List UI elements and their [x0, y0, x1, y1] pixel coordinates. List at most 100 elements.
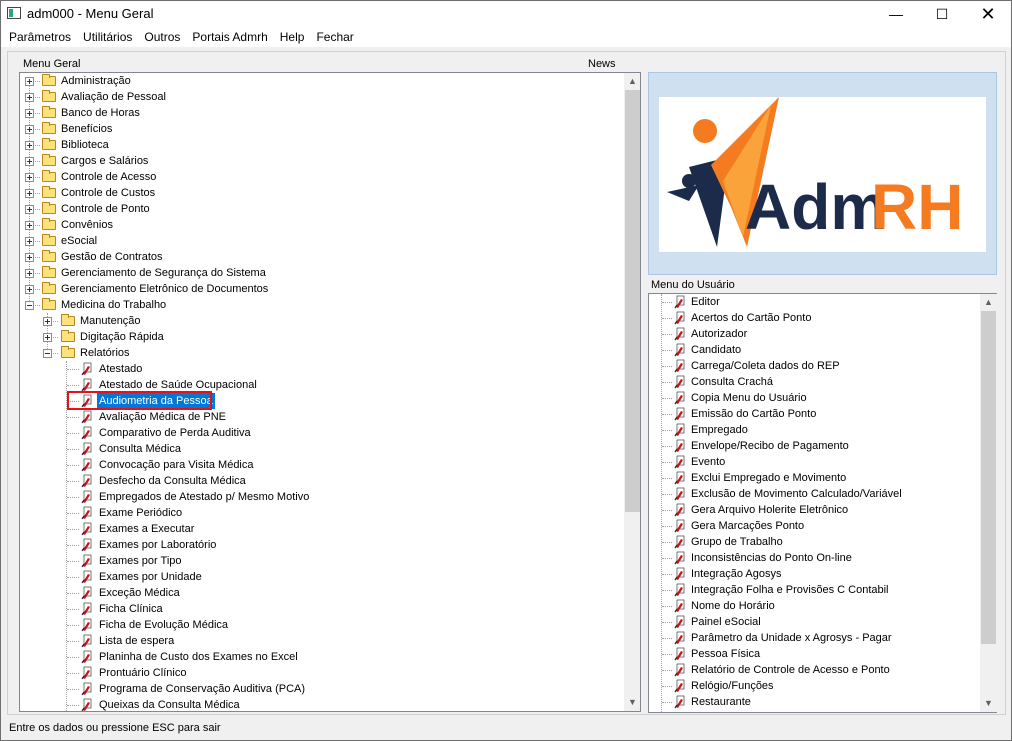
tree-item-report[interactable]: Convocação para Visita Médica — [20, 457, 620, 473]
expand-icon[interactable] — [25, 189, 34, 198]
tree-item-folder[interactable]: Medicina do Trabalho — [20, 297, 620, 313]
tree-item-report[interactable]: Atestado — [20, 361, 620, 377]
tree-item-report[interactable]: Exame Periódico — [20, 505, 620, 521]
expand-icon[interactable] — [25, 221, 34, 230]
menu-outros[interactable]: Outros — [138, 27, 186, 47]
user-menu-item[interactable]: Gera Arquivo Holerite Eletrônico — [649, 502, 979, 518]
expand-icon[interactable] — [25, 141, 34, 150]
tree-item-report[interactable]: Comparativo de Perda Auditiva — [20, 425, 620, 441]
tree-item-report[interactable]: Programa de Conservação Auditiva (PCA) — [20, 681, 620, 697]
user-menu-item[interactable]: Integração Folha e Provisões C Contabil — [649, 582, 979, 598]
user-menu-item[interactable]: Carrega/Coleta dados do REP — [649, 358, 979, 374]
user-scroll-down-icon[interactable]: ▼ — [980, 695, 997, 712]
tree-item-folder[interactable]: Controle de Acesso — [20, 169, 620, 185]
expand-icon[interactable] — [25, 77, 34, 86]
menu-portais-admrh[interactable]: Portais Admrh — [186, 27, 273, 47]
user-menu-item[interactable]: Painel eSocial — [649, 614, 979, 630]
menu-parametros[interactable]: Parâmetros — [1, 27, 77, 47]
maximize-button[interactable]: ☐ — [919, 1, 965, 27]
collapse-icon[interactable] — [43, 349, 52, 358]
tree-scrollbar[interactable]: ▲ ▼ — [624, 73, 640, 711]
tree-item-report[interactable]: Exceção Médica — [20, 585, 620, 601]
user-menu-item[interactable]: Parâmetro da Unidade x Agrosys - Pagar — [649, 630, 979, 646]
user-menu-item[interactable]: Restaurante — [649, 694, 979, 710]
expand-icon[interactable] — [25, 237, 34, 246]
menu-help[interactable]: Help — [274, 27, 311, 47]
user-scroll-up-icon[interactable]: ▲ — [980, 294, 997, 311]
tree-item-report[interactable]: Queixas da Consulta Médica — [20, 697, 620, 711]
user-menu-item[interactable]: Relatório de Controle de Acesso e Ponto — [649, 662, 979, 678]
tree-item-report[interactable]: Lista de espera — [20, 633, 620, 649]
expand-icon[interactable] — [25, 173, 34, 182]
menu-utilitarios[interactable]: Utilitários — [77, 27, 138, 47]
user-scroll-thumb[interactable] — [981, 311, 996, 644]
user-menu-item[interactable]: Envelope/Recibo de Pagamento — [649, 438, 979, 454]
expand-icon[interactable] — [25, 157, 34, 166]
tree-item-folder[interactable]: Gerenciamento Eletrônico de Documentos — [20, 281, 620, 297]
tree-item-report[interactable]: Desfecho da Consulta Médica — [20, 473, 620, 489]
user-menu-item[interactable]: Copia Menu do Usuário — [649, 390, 979, 406]
minimize-button[interactable]: — — [873, 1, 919, 27]
user-menu-item[interactable]: Pessoa Física — [649, 646, 979, 662]
tree-item-subfolder[interactable]: Digitação Rápida — [20, 329, 620, 345]
menu-geral-tree[interactable]: Administração Avaliação de Pessoal Banco d… — [19, 72, 641, 712]
user-menu-item[interactable]: Nome do Horário — [649, 598, 979, 614]
user-menu-list[interactable]: Editor Acertos do Cartão Ponto Autorizador… — [648, 293, 997, 713]
tree-item-folder[interactable]: eSocial — [20, 233, 620, 249]
user-menu-item[interactable]: Consulta Crachá — [649, 374, 979, 390]
tree-item-report[interactable]: Exames a Executar — [20, 521, 620, 537]
user-menu-item[interactable]: Integração Agosys — [649, 566, 979, 582]
user-menu-item[interactable]: Gera Marcações Ponto — [649, 518, 979, 534]
scroll-up-icon[interactable]: ▲ — [624, 73, 640, 90]
tree-item-report[interactable]: Ficha de Evolução Médica — [20, 617, 620, 633]
user-menu-item[interactable]: Acertos do Cartão Ponto — [649, 310, 979, 326]
tree-item-folder[interactable]: Gestão de Contratos — [20, 249, 620, 265]
tree-scroll-thumb[interactable] — [625, 90, 640, 512]
close-button[interactable]: ✕ — [965, 1, 1011, 27]
expand-icon[interactable] — [25, 205, 34, 214]
tree-item-report[interactable]: Exames por Tipo — [20, 553, 620, 569]
tree-item-report[interactable]: Prontuário Clínico — [20, 665, 620, 681]
tree-item-report[interactable]: Consulta Médica — [20, 441, 620, 457]
user-menu-item[interactable]: Relógio/Funções — [649, 678, 979, 694]
tree-item-subfolder[interactable]: Manutenção — [20, 313, 620, 329]
tree-item-folder[interactable]: Avaliação de Pessoal — [20, 89, 620, 105]
expand-icon[interactable] — [43, 317, 52, 326]
tree-item-report[interactable]: Planinha de Custo dos Exames no Excel — [20, 649, 620, 665]
tree-item-folder[interactable]: Benefícios — [20, 121, 620, 137]
tree-item-folder[interactable]: Controle de Ponto — [20, 201, 620, 217]
expand-icon[interactable] — [25, 253, 34, 262]
user-menu-item[interactable]: Editor — [649, 294, 979, 310]
expand-icon[interactable] — [25, 125, 34, 134]
user-menu-item[interactable]: Inconsistências do Ponto On-line — [649, 550, 979, 566]
expand-icon[interactable] — [25, 285, 34, 294]
user-menu-scrollbar[interactable]: ▲ ▼ — [980, 294, 997, 712]
tree-item-report[interactable]: Avaliação Médica de PNE — [20, 409, 620, 425]
user-menu-item[interactable]: Candidato — [649, 342, 979, 358]
tree-item-report[interactable]: Exames por Unidade — [20, 569, 620, 585]
user-menu-item[interactable]: Autorizador — [649, 326, 979, 342]
collapse-icon[interactable] — [25, 301, 34, 310]
tree-item-folder[interactable]: Controle de Custos — [20, 185, 620, 201]
tree-item-subfolder[interactable]: Relatórios — [20, 345, 620, 361]
expand-icon[interactable] — [43, 333, 52, 342]
tree-item-report[interactable]: Empregados de Atestado p/ Mesmo Motivo — [20, 489, 620, 505]
tree-item-folder[interactable]: Administração — [20, 73, 620, 89]
tree-item-report[interactable]: Exames por Laboratório — [20, 537, 620, 553]
user-menu-item[interactable]: Exclui Empregado e Movimento — [649, 470, 979, 486]
user-menu-item[interactable]: Evento — [649, 454, 979, 470]
expand-icon[interactable] — [25, 93, 34, 102]
user-menu-item[interactable]: Emissão do Cartão Ponto — [649, 406, 979, 422]
tree-item-folder[interactable]: Biblioteca — [20, 137, 620, 153]
user-menu-item[interactable]: Exclusão de Movimento Calculado/Variável — [649, 486, 979, 502]
user-menu-item[interactable]: Grupo de Trabalho — [649, 534, 979, 550]
scroll-down-icon[interactable]: ▼ — [624, 694, 640, 711]
tree-item-report[interactable]: Ficha Clínica — [20, 601, 620, 617]
menu-fechar[interactable]: Fechar — [310, 27, 359, 47]
tree-item-folder[interactable]: Banco de Horas — [20, 105, 620, 121]
user-menu-item[interactable]: Empregado — [649, 422, 979, 438]
expand-icon[interactable] — [25, 269, 34, 278]
tree-item-folder[interactable]: Cargos e Salários — [20, 153, 620, 169]
expand-icon[interactable] — [25, 109, 34, 118]
tree-item-folder[interactable]: Gerenciamento de Segurança do Sistema — [20, 265, 620, 281]
